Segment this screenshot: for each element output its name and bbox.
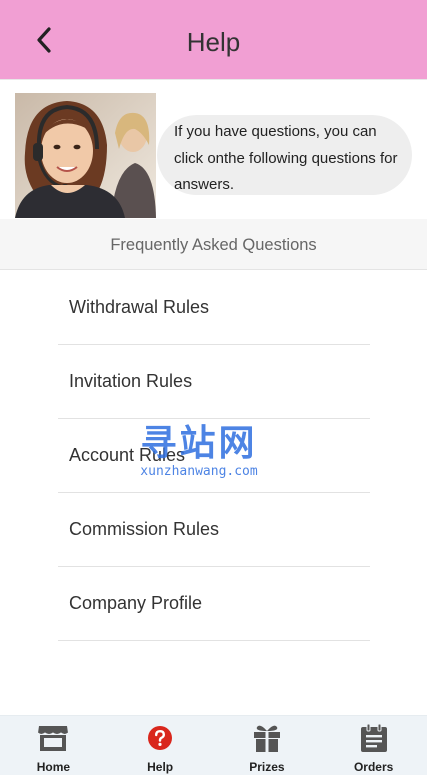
faq-item-invitation-rules[interactable]: Invitation Rules	[58, 345, 370, 419]
faq-item-withdrawal-rules[interactable]: Withdrawal Rules	[58, 271, 370, 345]
faq-item-account-rules[interactable]: Account Rules	[58, 419, 370, 493]
clipboard-icon	[357, 722, 391, 754]
support-agent-photo	[15, 93, 156, 218]
bottom-tab-bar: Home Help Prizes Orders	[0, 715, 427, 775]
tab-orders-label: Orders	[353, 760, 394, 774]
header: Help	[0, 0, 427, 80]
faq-heading: Frequently Asked Questions	[0, 219, 427, 270]
page-title: Help	[186, 27, 241, 57]
tab-home-label: Home	[36, 760, 71, 774]
help-message-bubble: If you have questions, you can click ont…	[157, 115, 412, 195]
intro-section: If you have questions, you can click ont…	[0, 81, 427, 219]
tab-orders[interactable]: Orders	[320, 716, 427, 775]
tab-help[interactable]: Help	[107, 716, 214, 775]
faq-list: Withdrawal Rules Invitation Rules Accoun…	[58, 271, 370, 641]
faq-item-commission-rules[interactable]: Commission Rules	[58, 493, 370, 567]
question-icon	[143, 722, 177, 754]
tab-prizes[interactable]: Prizes	[214, 716, 321, 775]
tab-home[interactable]: Home	[0, 716, 107, 775]
store-icon	[36, 722, 70, 754]
faq-item-company-profile[interactable]: Company Profile	[58, 567, 370, 641]
tab-prizes-label: Prizes	[249, 760, 285, 774]
gift-icon	[250, 722, 284, 754]
tab-help-label: Help	[147, 760, 174, 774]
